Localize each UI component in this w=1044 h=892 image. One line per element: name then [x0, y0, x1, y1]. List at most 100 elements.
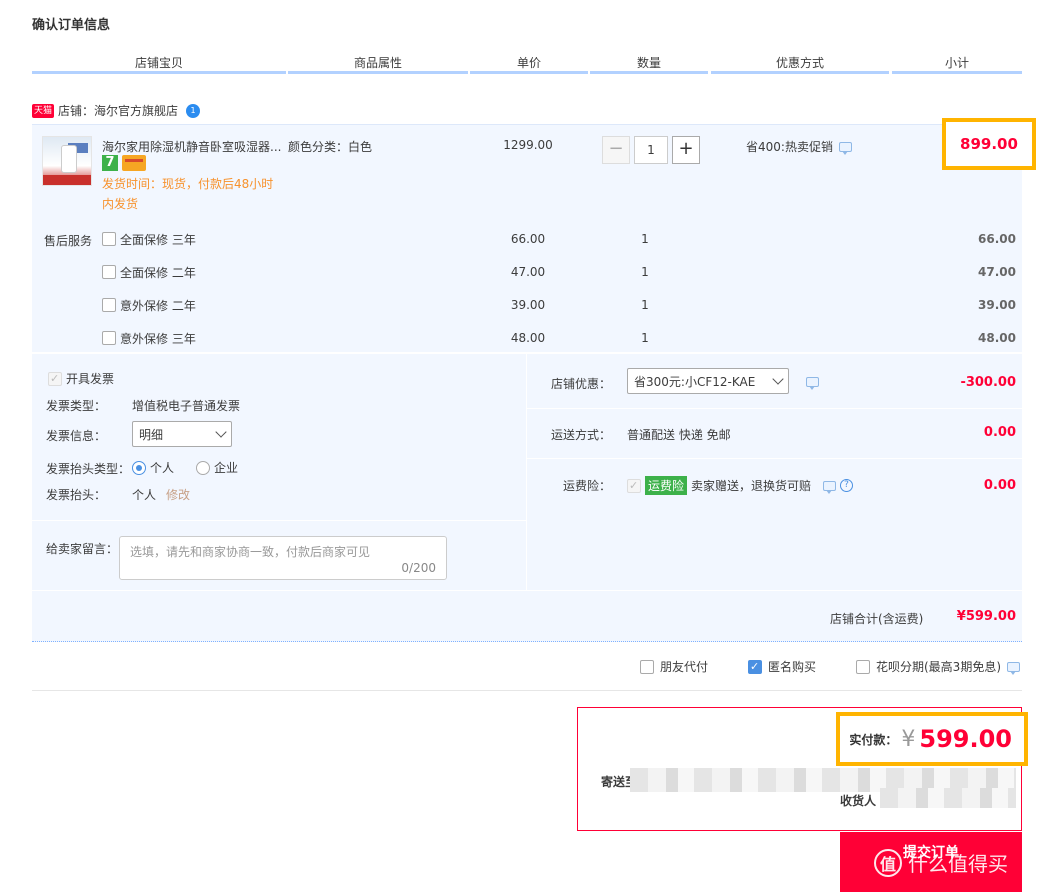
separator — [32, 690, 1022, 691]
receiver-redacted — [880, 788, 1016, 808]
service-qty: 1 — [641, 232, 649, 246]
service-subtotal: 66.00 — [978, 232, 1016, 246]
insurance-checkbox[interactable] — [627, 478, 641, 493]
actual-payment: 实付款： ¥ 599.00 — [836, 712, 1028, 766]
invoice-header-value: 个人 — [132, 488, 157, 502]
invoice-modify-link[interactable]: 修改 — [166, 486, 190, 503]
invoice-checkbox[interactable] — [48, 371, 62, 386]
tmall-icon: 天猫 — [32, 103, 55, 118]
unit-price: 1299.00 — [503, 138, 553, 152]
shop-discount-label: 店铺优惠： — [551, 377, 612, 391]
divider — [32, 520, 526, 521]
col-header-price: 单价 — [470, 54, 588, 74]
ship-time: 发货时间：现货，付款后48小时 内发货 — [102, 177, 274, 211]
service-checkbox[interactable] — [102, 265, 116, 279]
product-name[interactable]: 海尔家用除湿机静音卧室吸湿器... — [102, 138, 284, 155]
col-header-qty: 数量 — [590, 54, 708, 74]
chevron-down-icon — [215, 426, 227, 438]
service-name: 全面保修 三年 — [120, 232, 196, 247]
actual-payment-amount: 599.00 — [919, 725, 1012, 753]
product-thumbnail[interactable] — [42, 136, 92, 186]
service-qty: 1 — [641, 331, 649, 345]
shop-name[interactable]: 店铺：海尔官方旗舰店 — [58, 102, 178, 119]
chevron-down-icon — [772, 373, 784, 385]
message-label: 给卖家留言： — [46, 542, 119, 556]
service-row[interactable]: 全面保修 三年 — [102, 229, 196, 249]
col-header-promo: 优惠方式 — [711, 54, 889, 74]
comment-icon[interactable] — [806, 377, 819, 390]
service-qty: 1 — [641, 298, 649, 312]
service-checkbox[interactable] — [102, 331, 116, 345]
invoice-header-type-label: 发票抬头类型： — [46, 462, 131, 476]
service-name: 意外保修 二年 — [120, 298, 196, 313]
divider — [32, 590, 1022, 591]
panel-divider — [526, 354, 527, 590]
insurance-label: 运费险： — [563, 479, 612, 493]
invoice-info-label: 发票信息： — [46, 429, 107, 443]
service-qty: 1 — [641, 265, 649, 279]
divider — [527, 408, 1022, 409]
service-row[interactable]: 意外保修 二年 — [102, 295, 196, 315]
shop-discount-amount: -300.00 — [960, 375, 1016, 390]
service-price: 39.00 — [510, 298, 546, 312]
wangwang-chat-icon[interactable]: 1 — [186, 103, 201, 118]
shop-discount-select[interactable]: 省300元:小CF12-KAE — [627, 368, 789, 394]
item-subtotal: 899.00 — [942, 118, 1036, 170]
service-subtotal: 47.00 — [978, 265, 1016, 279]
divider — [527, 458, 1022, 459]
promo: 省400:热卖促销 — [746, 138, 852, 155]
service-subtotal: 48.00 — [978, 331, 1016, 345]
option-huabei[interactable]: 花呗分期(最高3期免息) — [856, 658, 1020, 675]
page-title: 确认订单信息 — [32, 18, 111, 33]
service-row[interactable]: 全面保修 二年 — [102, 262, 196, 282]
service-checkbox[interactable] — [102, 232, 116, 246]
invoice-type-value: 增值税电子普通发票 — [132, 399, 241, 413]
shipping-label: 运送方式： — [551, 428, 612, 442]
invoice-header-label: 发票抬头： — [46, 488, 107, 502]
qty-input[interactable]: 1 — [634, 136, 668, 164]
service-price: 48.00 — [510, 331, 546, 345]
shipping-value: 普通配送 快递 免邮 — [627, 428, 731, 442]
service-label: 售后服务 — [44, 234, 93, 248]
comment-icon[interactable] — [1007, 661, 1020, 675]
col-header-subtotal: 小计 — [892, 54, 1022, 74]
shop-total-label: 店铺合计(含运费) — [830, 612, 924, 626]
service-row[interactable]: 意外保修 三年 — [102, 328, 196, 348]
service-name: 全面保修 二年 — [120, 265, 196, 280]
seven-day-return-icon: 7 — [102, 155, 118, 171]
qty-plus-button[interactable]: + — [672, 136, 700, 164]
receiver-label: 收货人 — [840, 794, 877, 808]
comment-icon[interactable] — [838, 141, 852, 155]
char-counter: 0/200 — [401, 561, 436, 575]
help-icon[interactable]: ? — [840, 479, 854, 492]
col-header-attr: 商品属性 — [288, 54, 468, 74]
insurance-amount: 0.00 — [983, 478, 1016, 493]
shipping-amount: 0.00 — [983, 425, 1016, 440]
qty-minus-button[interactable]: − — [602, 136, 630, 164]
radio-personal[interactable]: 个人 — [132, 459, 174, 476]
insurance-tag: 运费险 — [645, 476, 688, 495]
product-attribute: 颜色分类：白色 — [288, 140, 373, 154]
service-name: 意外保修 三年 — [120, 331, 196, 346]
col-header-item: 店铺宝贝 — [32, 54, 286, 74]
option-friend-pay[interactable]: 朋友代付 — [640, 658, 708, 675]
invoice-toggle[interactable]: 开具发票 — [48, 370, 114, 387]
radio-company[interactable]: 企业 — [196, 459, 238, 476]
credit-card-icon — [122, 155, 146, 171]
shop-total-value: ¥599.00 — [956, 609, 1016, 624]
invoice-info-select[interactable]: 明细 — [132, 421, 232, 447]
shop-row: 天猫 店铺：海尔官方旗舰店 1 — [32, 102, 201, 119]
option-anonymous[interactable]: 匿名购买 — [748, 658, 816, 675]
watermark-logo-icon: 值 — [874, 848, 902, 877]
quantity-stepper: − 1 + — [602, 136, 700, 164]
service-checkbox[interactable] — [102, 298, 116, 312]
promo-text: 省400:热卖促销 — [746, 140, 833, 154]
message-textarea[interactable]: 选填，请先和商家协商一致，付款后商家可见 0/200 — [119, 536, 447, 580]
invoice-type-label: 发票类型： — [46, 399, 107, 413]
watermark: 值 什么值得买 — [874, 848, 1008, 877]
service-price: 66.00 — [510, 232, 546, 246]
insurance-row: 运费险 卖家赠送，退换货可赔 ? — [627, 476, 854, 495]
comment-icon[interactable] — [823, 480, 837, 494]
service-subtotal: 39.00 — [978, 298, 1016, 312]
service-price: 47.00 — [510, 265, 546, 279]
